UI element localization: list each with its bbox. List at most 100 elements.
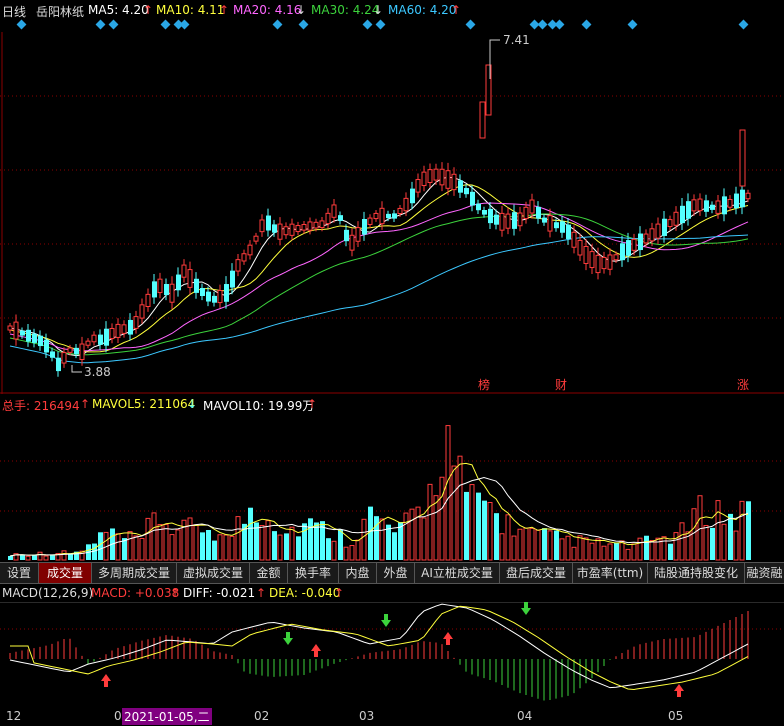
event-marker-icon[interactable] (581, 19, 592, 30)
volume-chart[interactable] (0, 413, 784, 561)
candle-body (56, 357, 61, 372)
volume-bar (601, 545, 607, 561)
candle-body (176, 274, 181, 291)
candle-body (253, 235, 259, 242)
tab-virtual-volume[interactable]: 虚拟成交量 (177, 563, 250, 583)
volume-bar (746, 501, 751, 560)
event-marker-icon[interactable] (738, 19, 749, 30)
event-marker-icon[interactable] (465, 19, 476, 30)
event-marker-icon[interactable] (108, 19, 119, 30)
period-label[interactable]: 日线 (2, 3, 26, 20)
volume-bar (193, 524, 199, 561)
event-marker-icon[interactable] (95, 19, 106, 30)
golden-cross-arrow-icon (311, 644, 321, 651)
volume-bar (644, 535, 649, 560)
tab-hk-connect-holdings[interactable]: 陆股通持股变化 (648, 563, 745, 583)
tab-outer-volume[interactable]: 外盘 (377, 563, 415, 583)
tab-margin[interactable]: 融资融 (745, 563, 784, 583)
volume-bar (25, 555, 31, 561)
candle-body (397, 207, 403, 215)
volume-bar (679, 522, 685, 561)
candle-body (325, 212, 331, 225)
event-marker-icon[interactable] (537, 19, 548, 30)
candle-body (355, 227, 361, 242)
candle-body (301, 224, 307, 231)
tab-ai-volume[interactable]: AI立桩成交量 (415, 563, 500, 583)
event-marker-icon[interactable] (362, 19, 373, 30)
candle-body (458, 180, 463, 193)
volume-bar (361, 518, 367, 561)
volume-bar (421, 517, 427, 561)
price-header: 日线 岳阳林纸 MA5: 4.20 ↑ MA10: 4.11 ↑ MA20: 4… (0, 0, 784, 20)
candle-body (164, 284, 169, 296)
candle-body (128, 319, 133, 335)
volume-bar (223, 534, 229, 561)
candle-body (91, 334, 97, 343)
moving-average-lines (9, 176, 749, 364)
candle-body (61, 352, 67, 364)
volume-bar (476, 492, 481, 560)
candle-body (349, 234, 355, 251)
volume-bar (511, 535, 517, 561)
event-marker-icon[interactable] (179, 19, 190, 30)
candle-body (655, 223, 661, 239)
candle-body (272, 224, 277, 233)
tab-multi-period-volume[interactable]: 多周期成交量 (92, 563, 177, 583)
event-marker-icon[interactable] (375, 19, 386, 30)
candle-body (109, 327, 115, 340)
candle-body (727, 198, 733, 208)
event-marker-icon[interactable] (272, 19, 283, 30)
volume-bar (631, 543, 637, 561)
volume-bar (229, 535, 235, 561)
tab-pe-ttm[interactable]: 市盈率(ttm) (573, 563, 648, 583)
high-price-label: 7.41 (503, 33, 530, 47)
volume-bar (427, 483, 433, 561)
price-chart[interactable]: 7.41 3.88 榜 财 涨 (0, 32, 784, 394)
candle-body (433, 168, 439, 181)
volume-bar (554, 530, 559, 560)
tab-inner-volume[interactable]: 内盘 (339, 563, 377, 583)
volume-bar (535, 529, 541, 561)
diff-line (9, 603, 749, 689)
event-marker-icon[interactable] (554, 19, 565, 30)
candle-body (451, 173, 457, 191)
axis-label-05: 05 (668, 709, 684, 723)
macd-chart[interactable] (0, 602, 784, 708)
volume-bar (163, 524, 169, 561)
candle-body (194, 278, 199, 293)
volume-bar (115, 533, 121, 561)
volume-bar (338, 529, 343, 560)
event-marker-icon[interactable] (627, 19, 638, 30)
tab-volume[interactable]: 成交量 (39, 563, 92, 583)
candle-body (439, 168, 445, 186)
tab-amount[interactable]: 金额 (250, 563, 288, 583)
candle-body (734, 193, 739, 209)
tab-after-hours-volume[interactable]: 盘后成交量 (500, 563, 573, 583)
volume-bar (589, 542, 595, 561)
volume-bar (349, 545, 355, 561)
tab-turnover-rate[interactable]: 换手率 (288, 563, 339, 583)
candle-body (704, 200, 709, 212)
candle-body (505, 213, 511, 229)
volume-bar (649, 540, 655, 561)
candle-body (13, 321, 19, 340)
candle-body (512, 212, 517, 229)
volume-bar (614, 542, 619, 560)
ma60-label: MA60: 4.20 (388, 3, 457, 17)
volume-bar (355, 539, 361, 561)
golden-cross-arrow-icon (101, 674, 111, 681)
candle-body (686, 201, 691, 219)
high-annotation: 7.41 (489, 33, 530, 79)
tab-settings[interactable]: 设置 (0, 563, 39, 583)
candle-body (307, 221, 313, 231)
event-marker-icon[interactable] (16, 19, 27, 30)
candle-body (494, 214, 499, 225)
ma30-line (9, 213, 749, 356)
candle-body (523, 206, 529, 220)
mavol5-arrow-icon: ↓ (187, 397, 198, 411)
event-marker-icon[interactable] (160, 19, 171, 30)
event-marker-icon[interactable] (298, 19, 309, 30)
volume-bar (314, 522, 319, 560)
candle-body (319, 220, 325, 229)
candle-body (152, 281, 157, 298)
